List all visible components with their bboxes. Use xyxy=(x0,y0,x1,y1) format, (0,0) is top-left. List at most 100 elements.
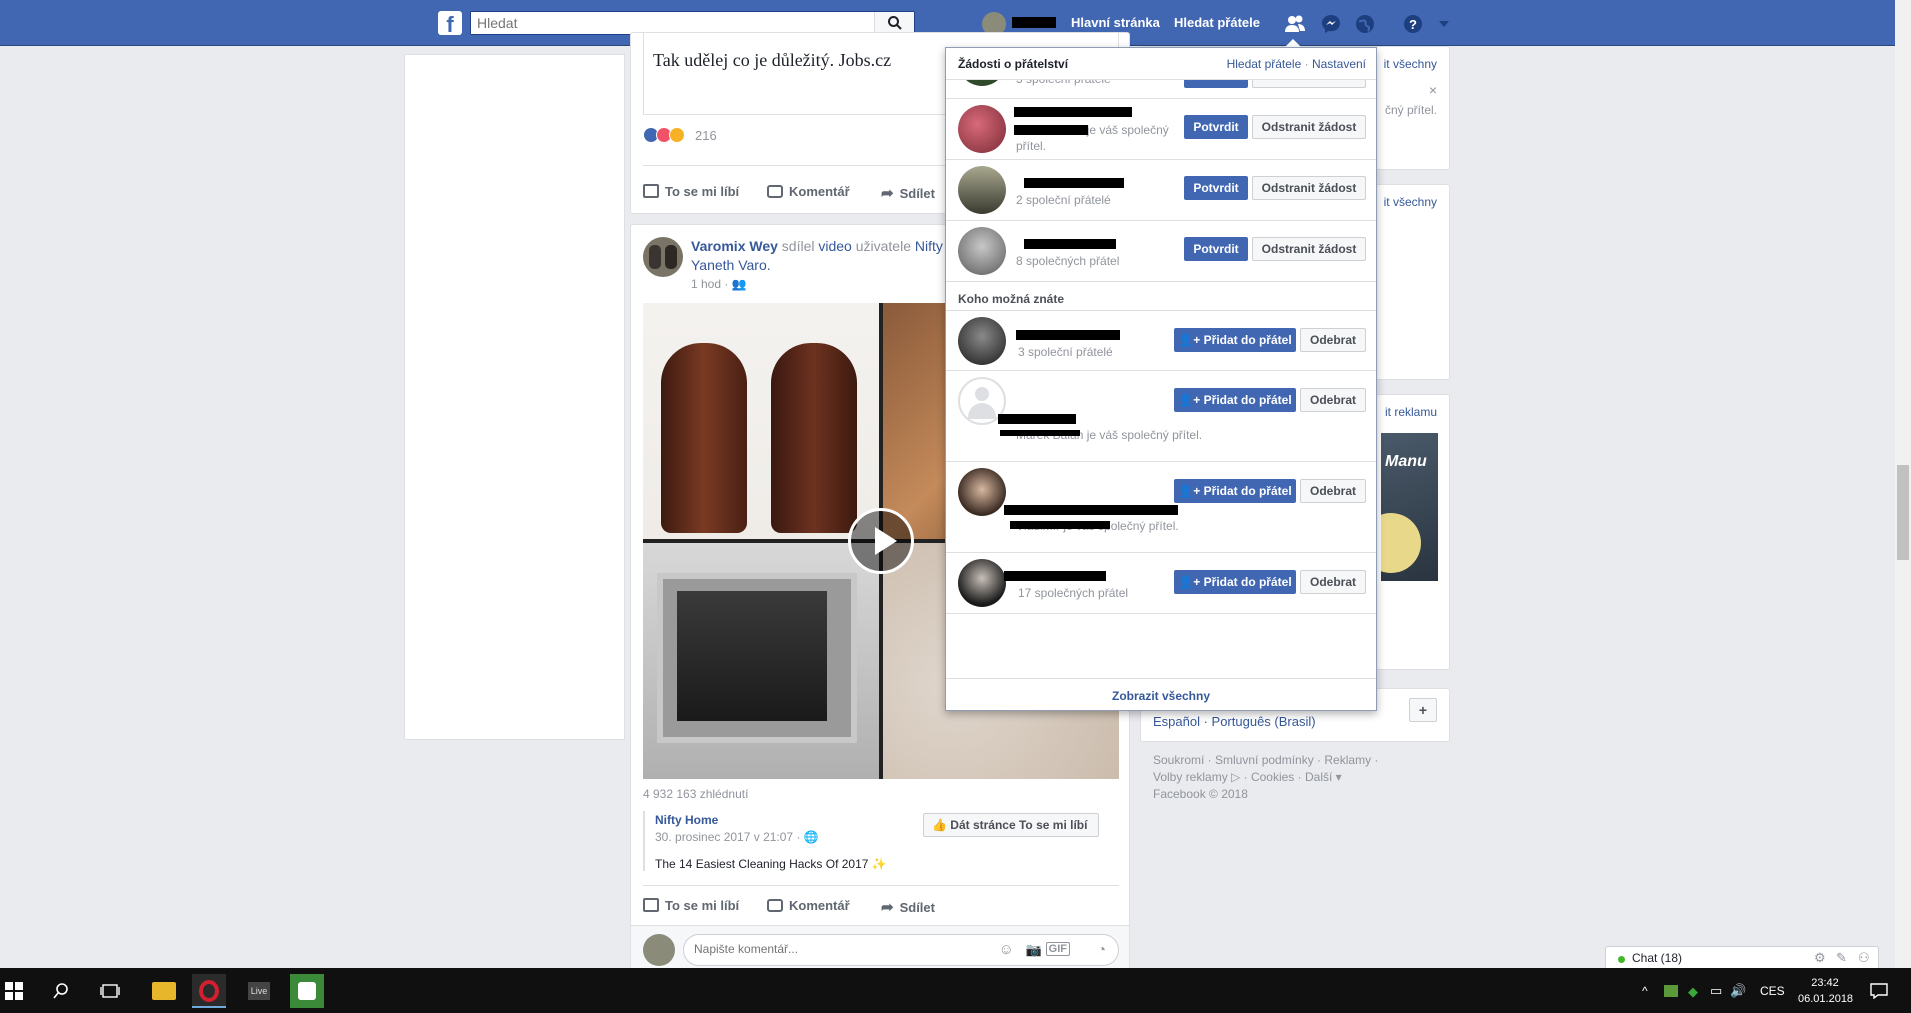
languages-list[interactable]: Español · Português (Brasil) xyxy=(1153,714,1316,729)
messenger-icon[interactable] xyxy=(1320,13,1342,35)
comment-button[interactable]: Komentář xyxy=(767,898,850,913)
footer-line-1[interactable]: Soukromí · Smluvní podmínky · Reklamy · xyxy=(1153,752,1378,769)
action-center-notification-icon[interactable] xyxy=(1870,983,1888,999)
scrollbar-thumb[interactable] xyxy=(1897,465,1909,560)
video-link[interactable]: video xyxy=(818,238,851,254)
share-button[interactable]: ➦ Sdílet xyxy=(881,898,935,916)
like-button[interactable]: To se mi líbí xyxy=(643,184,739,199)
post-time[interactable]: 1 hod · 👥 xyxy=(691,277,747,291)
suggestion-item[interactable]: Vladimír je váš společný přítel. 👤+ Přid… xyxy=(946,462,1376,553)
chat-bar[interactable]: Chat (18) ⚙ ✎ ⚇ xyxy=(1605,946,1879,970)
taskbar-clock[interactable]: 23:42 06.01.2018 xyxy=(1798,975,1853,1007)
like-button[interactable]: To se mi líbí xyxy=(643,898,739,913)
account-menu-chevron-down-icon[interactable] xyxy=(1438,19,1450,29)
add-friend-button[interactable]: 👤+ Přidat do přátel xyxy=(1174,328,1296,352)
friend-request-item[interactable]: 8 společných přátel Potvrdit Odstranit ž… xyxy=(946,221,1376,282)
suggestion-avatar[interactable] xyxy=(958,559,1006,607)
share-button[interactable]: ➦ Sdílet xyxy=(881,184,935,202)
chat-label[interactable]: Chat (18) xyxy=(1632,951,1682,965)
add-friend-button[interactable]: 👤+ Přidat do přátel xyxy=(1174,570,1296,594)
suggestion-avatar[interactable] xyxy=(958,317,1006,365)
add-language-button[interactable]: + xyxy=(1409,698,1437,722)
friend-request-item[interactable]: Marek Balán je váš společný přítel. Potv… xyxy=(946,99,1376,160)
suggestion-name-redacted[interactable] xyxy=(998,414,1076,424)
find-friends-header-link[interactable]: Hledat přátele xyxy=(1227,57,1302,71)
requester-name-redacted[interactable] xyxy=(1024,239,1116,249)
remove-suggestion-button[interactable]: Odebrat xyxy=(1300,388,1366,412)
comment-input[interactable] xyxy=(684,935,984,963)
page-name-link[interactable]: Nifty Home xyxy=(655,813,718,827)
shared-from-link[interactable]: Nifty xyxy=(915,238,943,254)
page-post-date[interactable]: 30. prosinec 2017 v 21:07 · 🌐 xyxy=(655,830,819,844)
footer-line-2[interactable]: Volby reklamy ▷ · Cookies · Další ▾ xyxy=(1153,769,1378,786)
network-icon[interactable]: ▭ xyxy=(1710,983,1722,999)
suggestion-name-redacted[interactable] xyxy=(1004,571,1106,581)
search-button[interactable] xyxy=(874,12,914,34)
confirm-button[interactable]: Potvrdit xyxy=(1184,176,1248,200)
windows-start-icon[interactable] xyxy=(5,982,23,1000)
tagged-name-link[interactable]: Yaneth Varo. xyxy=(691,257,771,273)
tray-expand-chevron-up-icon[interactable]: ^ xyxy=(1642,984,1648,998)
suggestion-item[interactable]: Marek Balán je váš společný přítel. 👤+ P… xyxy=(946,371,1376,462)
profile-name-redacted[interactable] xyxy=(1012,17,1056,28)
ad-image[interactable]: Manu xyxy=(1381,433,1438,581)
suggestion-item[interactable]: 3 společní přátelé 👤+ Přidat do přátel O… xyxy=(946,310,1376,371)
new-message-icon[interactable]: ✎ xyxy=(1836,950,1847,966)
requester-name-redacted[interactable] xyxy=(1024,178,1124,188)
group-chat-icon[interactable]: ⚇ xyxy=(1858,950,1870,966)
add-friend-button[interactable]: 👤+ Přidat do přátel xyxy=(1174,388,1296,412)
help-icon[interactable]: ? xyxy=(1402,13,1424,35)
remove-suggestion-button[interactable]: Odebrat xyxy=(1300,328,1366,352)
comment-field[interactable]: ☺ 📷 GIF ◔ xyxy=(683,934,1119,966)
friend-requests-icon[interactable] xyxy=(1284,13,1306,35)
footer-more-links[interactable]: · Cookies · Další ▾ xyxy=(1244,770,1342,784)
volume-speaker-icon[interactable]: 🔊 xyxy=(1730,983,1746,999)
green-app-icon[interactable] xyxy=(290,974,324,1008)
suggestion-avatar[interactable] xyxy=(958,468,1006,516)
user-avatar[interactable] xyxy=(643,934,675,966)
add-friend-button[interactable]: 👤+ Přidat do přátel xyxy=(1174,479,1296,503)
notifications-globe-icon[interactable] xyxy=(1354,13,1376,35)
live-app-icon[interactable]: Live xyxy=(242,974,276,1008)
chat-settings-gear-icon[interactable]: ⚙ xyxy=(1814,950,1826,966)
settings-link[interactable]: Nastavení xyxy=(1312,57,1366,71)
home-link[interactable]: Hlavní stránka xyxy=(1071,15,1160,30)
requester-avatar[interactable] xyxy=(958,166,1006,214)
friend-request-item[interactable]: 2 společní přátelé Potvrdit Odstranit žá… xyxy=(946,160,1376,221)
remove-request-button[interactable]: Odstranit žádost xyxy=(1252,237,1366,261)
file-explorer-icon[interactable] xyxy=(148,974,182,1008)
comment-button[interactable]: Komentář xyxy=(767,184,850,199)
create-ad-link[interactable]: it reklamu xyxy=(1385,405,1437,419)
search-input[interactable] xyxy=(471,12,871,34)
sticker-icon[interactable]: ◔ xyxy=(1098,941,1106,957)
requester-avatar[interactable] xyxy=(958,105,1006,153)
input-language-indicator[interactable]: CES xyxy=(1760,984,1785,998)
security-shield-icon[interactable]: ◆ xyxy=(1688,984,1698,1000)
remove-request-button[interactable]: Odstranit žádost xyxy=(1252,176,1366,200)
taskbar-search-icon[interactable] xyxy=(52,982,70,1000)
requester-avatar[interactable] xyxy=(958,227,1006,275)
tray-app-icon[interactable] xyxy=(1664,985,1678,997)
page-like-button[interactable]: 👍 Dát stránce To se mi líbí xyxy=(923,813,1099,837)
facebook-logo-icon[interactable]: f xyxy=(438,11,462,35)
close-icon[interactable]: × xyxy=(1429,82,1437,98)
reactions-count[interactable]: 216 xyxy=(695,128,717,143)
find-friends-link[interactable]: Hledat přátele xyxy=(1174,15,1260,30)
remove-suggestion-button[interactable]: Odebrat xyxy=(1300,570,1366,594)
camera-icon[interactable]: 📷 xyxy=(1026,942,1042,958)
confirm-button[interactable]: Potvrdit xyxy=(1184,115,1248,139)
requester-name-redacted[interactable] xyxy=(1014,107,1132,117)
gif-icon[interactable]: GIF xyxy=(1045,942,1070,956)
remove-request-button[interactable]: Odstranit žádost xyxy=(1252,115,1366,139)
opera-browser-icon[interactable] xyxy=(192,974,226,1008)
task-view-icon[interactable] xyxy=(100,983,120,999)
author-avatar[interactable] xyxy=(643,237,683,277)
emoji-icon[interactable]: ☺ xyxy=(999,941,1014,958)
author-name-link[interactable]: Varomix Wey xyxy=(691,238,778,254)
reactions-icons[interactable] xyxy=(643,127,685,146)
confirm-button[interactable]: Potvrdit xyxy=(1184,237,1248,261)
see-all-requests-link[interactable]: Zobrazit všechny xyxy=(1112,689,1210,703)
play-button-icon[interactable] xyxy=(848,508,914,574)
see-all-link-1[interactable]: it všechny xyxy=(1384,57,1437,71)
ad-choices-link[interactable]: Volby reklamy xyxy=(1153,770,1228,784)
